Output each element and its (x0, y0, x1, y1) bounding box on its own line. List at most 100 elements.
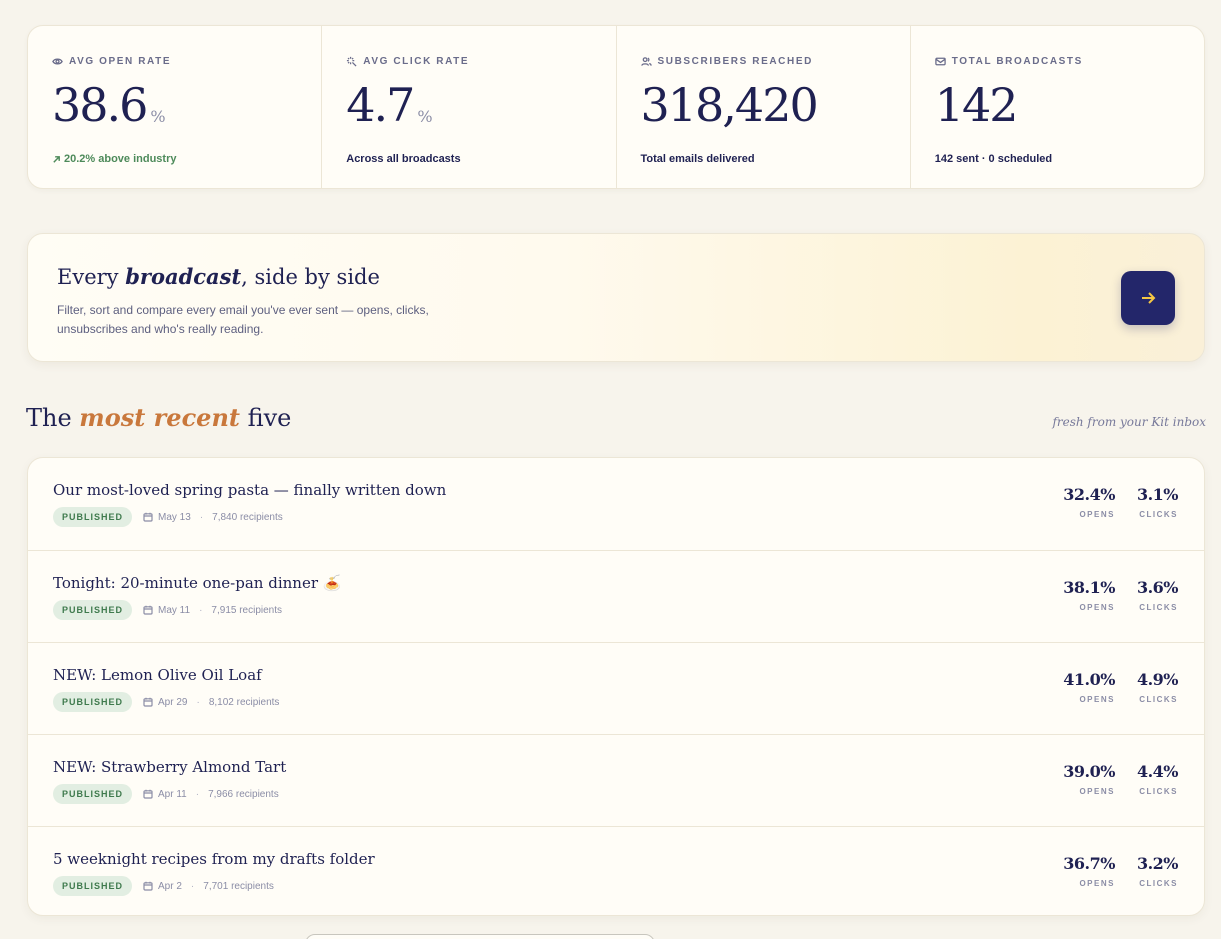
promo-title-post: , side by side (241, 265, 380, 289)
clicks-metric: 4.9% CLICKS (1136, 670, 1179, 704)
sparkle-icon (347, 56, 357, 67)
section-title-post: five (239, 404, 292, 432)
calendar-icon (143, 697, 153, 707)
status-badge: PUBLISHED (53, 692, 133, 712)
promo-title-emphasis: broadcast (125, 264, 242, 289)
broadcast-title[interactable]: NEW: Strawberry Almond Tart (53, 758, 286, 776)
stat-value: 318,420 (640, 78, 819, 132)
stat-sub: Total emails delivered (641, 153, 755, 165)
clicks-value: 4.9% (1136, 670, 1179, 689)
stat-sub: Across all broadcasts (346, 153, 460, 165)
calendar-icon (143, 512, 153, 522)
broadcast-date: Apr 11 (158, 788, 187, 800)
broadcast-date: Apr 29 (158, 696, 188, 708)
broadcast-recipients: 7,966 recipients (208, 788, 279, 800)
stat-label: AVG OPEN RATE (69, 56, 172, 67)
promo-title-pre: Every (57, 265, 126, 289)
view-broadcasts-button[interactable] (1121, 271, 1175, 325)
clicks-value: 3.2% (1136, 854, 1179, 873)
stat-unit: % (150, 107, 166, 126)
broadcast-date: May 13 (158, 511, 191, 523)
opens-metric: 32.4% OPENS (1063, 485, 1115, 519)
status-badge: PUBLISHED (53, 784, 133, 804)
opens-label: OPENS (1079, 879, 1115, 888)
broadcast-recipients: 8,102 recipients (208, 696, 280, 708)
clicks-label: CLICKS (1139, 695, 1178, 704)
broadcast-row[interactable]: Tonight: 20-minute one-pan dinner 🍝 PUBL… (28, 550, 1204, 642)
status-badge: PUBLISHED (53, 507, 133, 527)
broadcast-row[interactable]: NEW: Strawberry Almond Tart PUBLISHED Ap… (28, 734, 1204, 826)
compare-broadcasts-banner[interactable]: Every broadcast, side by side Filter, so… (27, 233, 1205, 362)
clicks-value: 3.6% (1136, 578, 1179, 597)
stat-value: 4.7 (346, 78, 415, 132)
stat-sub-text: Total emails delivered (640, 153, 755, 165)
broadcast-row[interactable]: NEW: Lemon Olive Oil Loaf PUBLISHED Apr … (28, 642, 1204, 734)
stat-label: AVG CLICK RATE (363, 56, 470, 67)
broadcast-title[interactable]: Tonight: 20-minute one-pan dinner 🍝 (53, 574, 341, 592)
promo-description: Filter, sort and compare every email you… (57, 303, 429, 336)
opens-metric: 41.0% OPENS (1063, 670, 1115, 704)
broadcast-row[interactable]: 5 weeknight recipes from my drafts folde… (28, 826, 1204, 915)
promo-title: Every broadcast, side by side (57, 264, 380, 289)
stat-label: TOTAL BROADCASTS (951, 56, 1083, 67)
stat-value: 38.6 (52, 78, 148, 132)
section-title-emphasis: most recent (79, 403, 240, 432)
mail-icon (935, 57, 946, 66)
opens-value: 38.1% (1063, 578, 1115, 597)
recent-broadcasts-list: Our most-loved spring pasta — finally wr… (27, 457, 1205, 916)
clicks-label: CLICKS (1139, 879, 1178, 888)
broadcast-recipients: 7,701 recipients (203, 880, 274, 892)
broadcast-date: May 11 (158, 604, 191, 616)
clicks-label: CLICKS (1139, 787, 1178, 796)
broadcast-title[interactable]: 5 weeknight recipes from my drafts folde… (53, 850, 375, 868)
stat-open-rate: AVG OPEN RATE 38.6 % 20.2% above industr… (28, 26, 321, 188)
section-title-pre: The (26, 404, 80, 432)
stat-label: SUBSCRIBERS REACHED (657, 56, 813, 67)
stat-sub-text: 20.2% above industry (64, 153, 177, 165)
eye-icon (52, 58, 63, 65)
stat-sub: 20.2% above industry (52, 153, 177, 165)
clicks-value: 3.1% (1136, 485, 1179, 504)
trend-up-icon (53, 155, 60, 163)
broadcast-title[interactable]: NEW: Lemon Olive Oil Loaf (53, 666, 262, 684)
broadcast-row[interactable]: Our most-loved spring pasta — finally wr… (28, 458, 1204, 550)
calendar-icon (143, 881, 153, 891)
users-icon (640, 57, 652, 66)
stat-value: 142 (934, 78, 1019, 132)
opens-label: OPENS (1079, 695, 1115, 704)
stat-sub-text: 142 sent · 0 scheduled (934, 153, 1053, 165)
section-title: The most recent five (26, 403, 291, 432)
opens-metric: 36.7% OPENS (1063, 854, 1115, 888)
stat-click-rate: AVG CLICK RATE 4.7 % Across all broadcas… (321, 26, 615, 188)
clicks-value: 4.4% (1136, 762, 1179, 781)
status-badge: PUBLISHED (53, 876, 133, 896)
status-badge: PUBLISHED (53, 600, 133, 620)
opens-label: OPENS (1079, 510, 1115, 519)
broadcast-recipients: 7,840 recipients (212, 511, 283, 523)
stat-total-broadcasts: TOTAL BROADCASTS 142 142 sent · 0 schedu… (909, 26, 1204, 188)
opens-label: OPENS (1079, 787, 1115, 796)
clicks-metric: 3.6% CLICKS (1136, 578, 1179, 612)
opens-metric: 38.1% OPENS (1063, 578, 1115, 612)
opens-label: OPENS (1079, 603, 1115, 612)
view-all-button[interactable] (305, 934, 655, 939)
opens-value: 36.7% (1063, 854, 1115, 873)
opens-metric: 39.0% OPENS (1063, 762, 1115, 796)
arrow-right-icon (1142, 292, 1156, 304)
stat-sub: 142 sent · 0 scheduled (935, 153, 1052, 165)
opens-value: 39.0% (1063, 762, 1115, 781)
stat-unit: % (417, 107, 433, 126)
clicks-label: CLICKS (1139, 603, 1178, 612)
opens-value: 32.4% (1063, 485, 1115, 504)
calendar-icon (143, 789, 153, 799)
clicks-metric: 3.2% CLICKS (1136, 854, 1179, 888)
section-aside: fresh from your Kit inbox (1052, 415, 1206, 429)
clicks-label: CLICKS (1139, 510, 1178, 519)
clicks-metric: 4.4% CLICKS (1136, 762, 1179, 796)
stats-card: AVG OPEN RATE 38.6 % 20.2% above industr… (27, 25, 1205, 189)
broadcast-title[interactable]: Our most-loved spring pasta — finally wr… (53, 481, 446, 499)
stat-subscribers-reached: SUBSCRIBERS REACHED 318,420 Total emails… (615, 26, 910, 188)
clicks-metric: 3.1% CLICKS (1136, 485, 1179, 519)
calendar-icon (143, 605, 153, 615)
stat-sub-text: Across all broadcasts (346, 153, 461, 165)
